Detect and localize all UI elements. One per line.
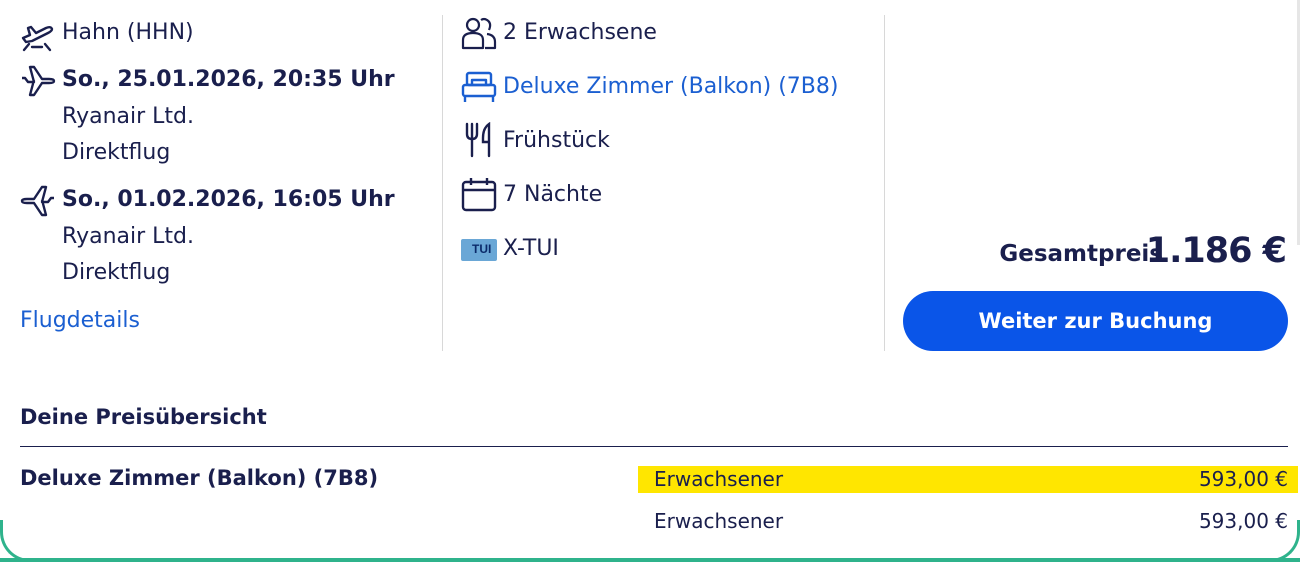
total-price-value: 1.186 € (1145, 231, 1287, 271)
board-type: Frühstück (503, 128, 610, 153)
continue-booking-button[interactable]: Weiter zur Buchung (903, 291, 1288, 351)
overview-room-label: Deluxe Zimmer (Balkon) (7B8) (20, 466, 379, 490)
xtui-logo-icon: TUI (461, 239, 497, 261)
departure-airport: Hahn (HHN) (62, 20, 194, 45)
room-type-link[interactable]: Deluxe Zimmer (Balkon) (7B8) (503, 74, 838, 99)
card-border-corner-right (1270, 520, 1300, 562)
xtui-logo-text: TUI (472, 242, 492, 256)
offer-card: Hahn (HHN) So., 25.01.2026, 20:35 Uhr Ry… (0, 0, 1300, 562)
travelers-icon (461, 16, 497, 54)
total-price-label: Gesamtpreis (999, 241, 1163, 267)
travelers-count: 2 Erwachsene (503, 20, 657, 45)
calendar-icon (461, 177, 497, 217)
brand-name: X-TUI (503, 236, 559, 261)
outbound-airline: Ryanair Ltd. (62, 104, 194, 129)
outbound-flight-type: Direktflug (62, 140, 171, 165)
bed-icon (461, 70, 497, 108)
flight-details-link[interactable]: Flugdetails (20, 308, 140, 333)
cutlery-icon (463, 121, 495, 162)
card-border-corner-left (0, 520, 30, 562)
return-datetime: So., 01.02.2026, 16:05 Uhr (62, 187, 395, 212)
return-flight-type: Direktflug (62, 260, 171, 285)
outbound-datetime: So., 25.01.2026, 20:35 Uhr (62, 67, 395, 92)
price-line-value: 593,00 € (1198, 467, 1288, 491)
price-line-label: Erwachsener (654, 509, 784, 533)
plane-return-icon (20, 183, 56, 223)
plane-takeoff-icon (20, 18, 54, 56)
column-divider-2 (884, 15, 885, 351)
overview-divider (20, 446, 1288, 447)
column-divider-1 (442, 15, 443, 351)
return-airline: Ryanair Ltd. (62, 224, 194, 249)
price-overview-title: Deine Preisübersicht (20, 405, 267, 429)
nights-count: 7 Nächte (503, 182, 603, 207)
price-line-label: Erwachsener (654, 467, 784, 491)
plane-outbound-icon (20, 63, 56, 103)
